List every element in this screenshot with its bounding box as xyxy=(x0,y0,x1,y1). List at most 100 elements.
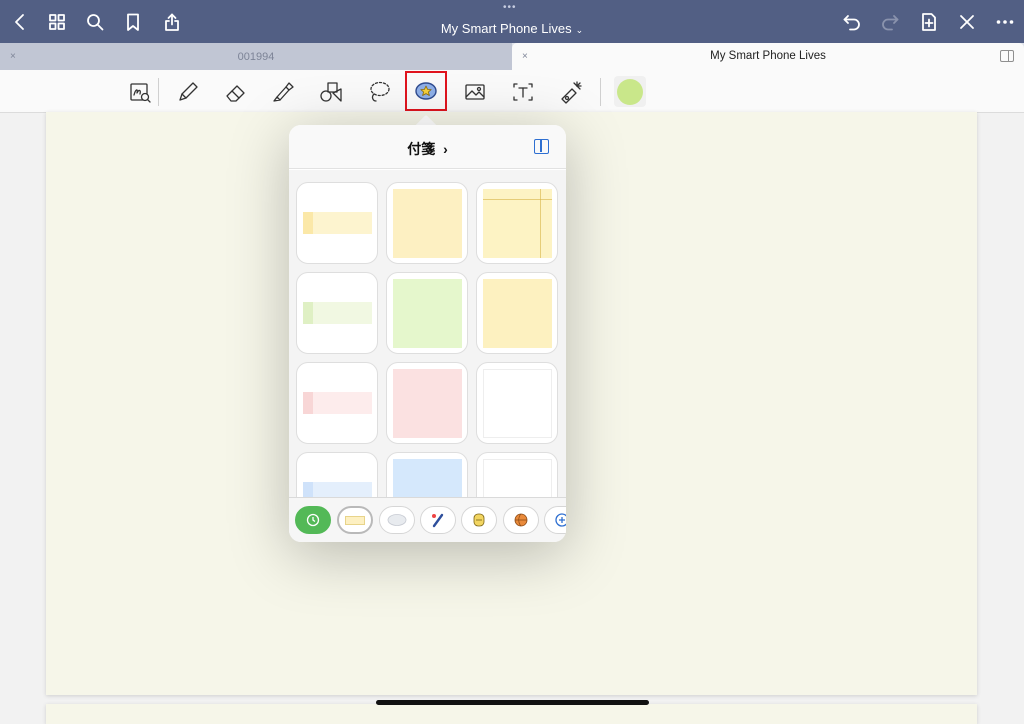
tab-001994[interactable]: × 001994 xyxy=(0,43,512,70)
category-stationery[interactable] xyxy=(420,506,456,534)
hide-toolbar-button[interactable] xyxy=(955,10,979,34)
elements-tool[interactable] xyxy=(405,71,447,111)
sticker-preview xyxy=(483,189,552,258)
add-circle-icon xyxy=(555,513,566,527)
grid-icon xyxy=(49,14,65,30)
bookmark-button[interactable] xyxy=(121,10,145,34)
chevron-left-icon xyxy=(15,14,24,30)
sticker-square[interactable] xyxy=(386,452,468,497)
document-title-button[interactable]: My Smart Phone Lives ⌄ xyxy=(0,21,1024,36)
sticker-star-icon xyxy=(415,82,437,100)
search-button[interactable] xyxy=(83,10,107,34)
image-icon xyxy=(465,84,485,100)
sidebar-toggle-icon[interactable] xyxy=(534,139,549,154)
toolbar-divider xyxy=(158,78,159,106)
add-page-icon xyxy=(922,13,936,31)
highlighter-tool[interactable] xyxy=(268,77,298,107)
lasso-icon xyxy=(370,81,390,102)
flag-tab xyxy=(303,392,313,414)
share-icon xyxy=(165,13,179,31)
snack-sticker-icon xyxy=(473,513,485,527)
bookmark-icon xyxy=(127,13,139,31)
category-sticky-notes[interactable] xyxy=(337,506,373,534)
text-tool[interactable] xyxy=(508,77,538,107)
home-indicator xyxy=(376,700,649,705)
popover-header: 付箋 › xyxy=(289,125,566,169)
pen-icon xyxy=(179,82,198,101)
eraser-tool[interactable] xyxy=(221,77,251,107)
sticker-preview xyxy=(393,459,462,497)
elements-popover: 付箋 › xyxy=(289,125,566,542)
eraser-icon xyxy=(226,85,245,102)
tab-bar: × 001994 × My Smart Phone Lives xyxy=(0,43,1024,70)
laser-pointer-tool[interactable] xyxy=(556,77,586,107)
color-dot xyxy=(617,79,643,105)
shapes-icon xyxy=(320,82,342,102)
pen-tool[interactable] xyxy=(173,77,203,107)
sticker-flag[interactable] xyxy=(296,452,378,497)
flag-tab xyxy=(303,482,313,497)
redo-icon xyxy=(882,15,899,31)
sticker-preview xyxy=(483,459,552,497)
category-sports[interactable] xyxy=(503,506,539,534)
chevron-down-icon: ⌄ xyxy=(575,25,584,35)
category-speech-bubbles[interactable] xyxy=(379,506,415,534)
sticker-grid xyxy=(289,170,566,497)
sticker-preview xyxy=(393,369,462,438)
undo-button[interactable] xyxy=(840,10,864,34)
redo-button[interactable] xyxy=(878,10,902,34)
sticker-square-ruled[interactable] xyxy=(476,182,558,264)
back-button[interactable] xyxy=(8,10,32,34)
document-title: My Smart Phone Lives xyxy=(440,21,572,36)
sticky-note-icon xyxy=(345,515,365,525)
sticker-grid-lined[interactable] xyxy=(476,452,558,497)
collection-title: 付箋 xyxy=(407,141,436,157)
category-recent[interactable] xyxy=(295,506,331,534)
text-box-icon xyxy=(513,83,533,101)
flag-tab xyxy=(303,302,313,324)
more-button[interactable] xyxy=(993,10,1017,34)
pencil-cross-icon xyxy=(960,15,974,29)
tab-my-smart-phone-lives[interactable]: × My Smart Phone Lives xyxy=(512,43,1024,70)
split-view-icon[interactable] xyxy=(1000,50,1014,62)
tool-bar xyxy=(0,70,1024,113)
sticker-preview xyxy=(483,369,552,438)
sticker-preview xyxy=(393,189,462,258)
shapes-tool[interactable] xyxy=(316,77,346,107)
top-navigation-bar: ••• My Smart Phone Lives ⌄ xyxy=(0,0,1024,43)
sticker-grid[interactable] xyxy=(476,362,558,444)
sticker-flag[interactable] xyxy=(296,182,378,264)
search-icon xyxy=(87,14,104,31)
highlighter-icon xyxy=(273,82,294,102)
sticker-preview xyxy=(303,302,372,324)
color-swatch-button[interactable] xyxy=(614,76,646,107)
undo-icon xyxy=(843,15,860,31)
laser-pointer-icon xyxy=(561,81,582,104)
sticker-square[interactable] xyxy=(386,182,468,264)
sticker-lined[interactable] xyxy=(476,272,558,354)
share-button[interactable] xyxy=(160,10,184,34)
clock-icon xyxy=(306,513,320,527)
sticker-flag[interactable] xyxy=(296,362,378,444)
sticker-square[interactable] xyxy=(386,362,468,444)
flag-tab xyxy=(303,212,313,234)
sticker-preview xyxy=(303,392,372,414)
add-page-button[interactable] xyxy=(917,10,941,34)
category-add[interactable] xyxy=(544,506,566,534)
chevron-right-icon: › xyxy=(443,141,448,157)
notebook-next-page[interactable] xyxy=(46,704,977,724)
sticker-square[interactable] xyxy=(386,272,468,354)
image-tool[interactable] xyxy=(460,77,490,107)
speech-bubble-icon xyxy=(387,514,407,526)
lasso-tool[interactable] xyxy=(364,77,394,107)
zoom-window-tool[interactable] xyxy=(125,77,155,107)
sticker-flag[interactable] xyxy=(296,272,378,354)
multitasking-handle[interactable]: ••• xyxy=(503,3,517,13)
collection-title-button[interactable]: 付箋 › xyxy=(289,139,566,159)
thumbnails-button[interactable] xyxy=(45,10,69,34)
category-bar xyxy=(289,497,566,542)
sticker-preview xyxy=(393,279,462,348)
category-food[interactable] xyxy=(461,506,497,534)
tab-label: 001994 xyxy=(237,51,275,63)
basketball-icon xyxy=(514,513,528,527)
